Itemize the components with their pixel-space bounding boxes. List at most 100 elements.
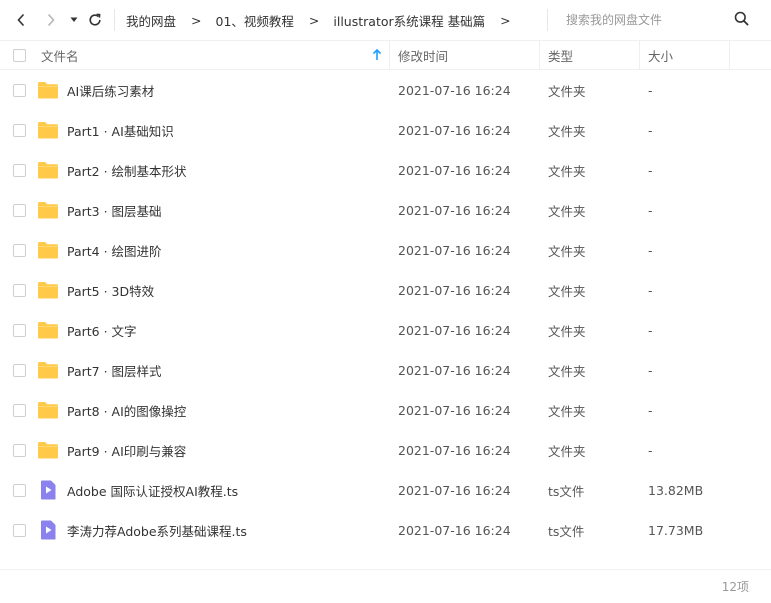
folder-icon [37, 280, 59, 300]
file-size: - [648, 322, 653, 338]
breadcrumb-separator: > [191, 12, 202, 28]
file-row[interactable]: Adobe 国际认证授权AI教程.ts 2021-07-16 16:24 ts文件 1… [0, 470, 771, 510]
caret-down-icon [70, 17, 78, 22]
row-checkbox[interactable] [13, 324, 26, 337]
file-row[interactable]: Part2 · 绘制基本形状 2021-07-16 16:24 文件夹 - [0, 150, 771, 190]
file-size: - [648, 362, 653, 378]
search-button[interactable] [734, 11, 749, 29]
file-name[interactable]: AI课后练习素材 [67, 70, 154, 110]
column-header-name[interactable]: 文件名 [41, 41, 79, 70]
video-file-icon [37, 480, 59, 500]
file-size: 13.82MB [648, 482, 704, 498]
file-row[interactable]: Part9 · AI印刷与兼容 2021-07-16 16:24 文件夹 - [0, 430, 771, 470]
file-size: - [648, 402, 653, 418]
file-list: AI课后练习素材 2021-07-16 16:24 文件夹 - Part1 · AI基础… [0, 70, 771, 550]
file-modified-time: 2021-07-16 16:24 [398, 322, 511, 338]
file-modified-time: 2021-07-16 16:24 [398, 482, 511, 498]
file-name[interactable]: Part1 · AI基础知识 [67, 110, 174, 150]
file-name[interactable]: Part3 · 图层基础 [67, 190, 162, 230]
file-size: 17.73MB [648, 522, 704, 538]
row-checkbox[interactable] [13, 204, 26, 217]
breadcrumb-item[interactable]: illustrator系统课程 基础篇 [333, 11, 485, 30]
toolbar-divider [114, 9, 115, 31]
file-name[interactable]: 李涛力荐Adobe系列基础课程.ts [67, 510, 247, 550]
folder-icon [37, 200, 59, 220]
file-type: ts文件 [548, 523, 585, 539]
file-size: - [648, 202, 653, 218]
file-name[interactable]: Part2 · 绘制基本形状 [67, 150, 187, 190]
row-checkbox[interactable] [13, 524, 26, 537]
breadcrumb-item[interactable]: 我的网盘 [126, 11, 176, 30]
file-type: 文件夹 [548, 83, 586, 99]
back-button[interactable] [12, 10, 30, 30]
file-name[interactable]: Part4 · 绘图进阶 [67, 230, 162, 270]
breadcrumb: 我的网盘 > 01、视频教程 > illustrator系统课程 基础篇 > [126, 0, 525, 40]
row-checkbox[interactable] [13, 404, 26, 417]
status-bar: 12项 [0, 569, 771, 603]
column-divider[interactable] [389, 41, 390, 70]
folder-icon [37, 160, 59, 180]
file-size: - [648, 442, 653, 458]
file-size: - [648, 122, 653, 138]
refresh-button[interactable] [86, 10, 104, 30]
column-divider[interactable] [729, 41, 730, 70]
item-count: 12项 [721, 580, 749, 594]
search-icon [734, 11, 749, 26]
row-checkbox[interactable] [13, 284, 26, 297]
file-type: 文件夹 [548, 283, 586, 299]
row-checkbox[interactable] [13, 164, 26, 177]
file-modified-time: 2021-07-16 16:24 [398, 122, 511, 138]
file-type: ts文件 [548, 483, 585, 499]
history-dropdown-button[interactable] [67, 10, 81, 30]
file-name[interactable]: Part6 · 文字 [67, 310, 137, 350]
folder-icon [37, 80, 59, 100]
file-row[interactable]: 李涛力荐Adobe系列基础课程.ts 2021-07-16 16:24 ts文件 17… [0, 510, 771, 550]
forward-button[interactable] [42, 10, 60, 30]
file-size: - [648, 282, 653, 298]
row-checkbox[interactable] [13, 84, 26, 97]
row-checkbox[interactable] [13, 444, 26, 457]
breadcrumb-item[interactable]: 01、视频教程 [216, 11, 294, 30]
column-header-modified[interactable]: 修改时间 [398, 41, 448, 70]
toolbar-divider [547, 9, 548, 31]
chevron-right-icon [47, 13, 55, 27]
breadcrumb-separator[interactable]: > [500, 13, 510, 28]
chevron-left-icon [17, 13, 25, 27]
file-name[interactable]: Part7 · 图层样式 [67, 350, 162, 390]
file-name[interactable]: Part8 · AI的图像操控 [67, 390, 186, 430]
row-checkbox[interactable] [13, 124, 26, 137]
file-name[interactable]: Adobe 国际认证授权AI教程.ts [67, 470, 238, 510]
file-type: 文件夹 [548, 123, 586, 139]
file-row[interactable]: Part1 · AI基础知识 2021-07-16 16:24 文件夹 - [0, 110, 771, 150]
column-divider[interactable] [539, 41, 540, 70]
file-name[interactable]: Part5 · 3D特效 [67, 270, 154, 310]
toolbar: 我的网盘 > 01、视频教程 > illustrator系统课程 基础篇 > [0, 0, 771, 40]
folder-icon [37, 240, 59, 260]
file-modified-time: 2021-07-16 16:24 [398, 202, 511, 218]
sort-ascending-icon[interactable] [372, 48, 382, 64]
file-row[interactable]: Part4 · 绘图进阶 2021-07-16 16:24 文件夹 - [0, 230, 771, 270]
column-divider[interactable] [639, 41, 640, 70]
search-input[interactable] [566, 10, 726, 30]
folder-icon [37, 360, 59, 380]
file-row[interactable]: AI课后练习素材 2021-07-16 16:24 文件夹 - [0, 70, 771, 110]
list-header: 文件名 修改时间 类型 大小 [0, 40, 771, 70]
file-row[interactable]: Part3 · 图层基础 2021-07-16 16:24 文件夹 - [0, 190, 771, 230]
row-checkbox[interactable] [13, 484, 26, 497]
file-row[interactable]: Part7 · 图层样式 2021-07-16 16:24 文件夹 - [0, 350, 771, 390]
file-type: 文件夹 [548, 443, 586, 459]
file-row[interactable]: Part8 · AI的图像操控 2021-07-16 16:24 文件夹 - [0, 390, 771, 430]
refresh-icon [89, 13, 101, 26]
file-modified-time: 2021-07-16 16:24 [398, 442, 511, 458]
breadcrumb-separator: > [308, 12, 320, 28]
row-checkbox[interactable] [13, 364, 26, 377]
row-checkbox[interactable] [13, 244, 26, 257]
select-all-checkbox[interactable] [13, 49, 26, 62]
file-size: - [648, 162, 653, 178]
file-row[interactable]: Part5 · 3D特效 2021-07-16 16:24 文件夹 - [0, 270, 771, 310]
file-row[interactable]: Part6 · 文字 2021-07-16 16:24 文件夹 - [0, 310, 771, 350]
file-name[interactable]: Part9 · AI印刷与兼容 [67, 430, 186, 470]
column-header-size[interactable]: 大小 [648, 41, 673, 70]
column-header-type[interactable]: 类型 [548, 41, 573, 70]
file-type: 文件夹 [548, 363, 586, 379]
